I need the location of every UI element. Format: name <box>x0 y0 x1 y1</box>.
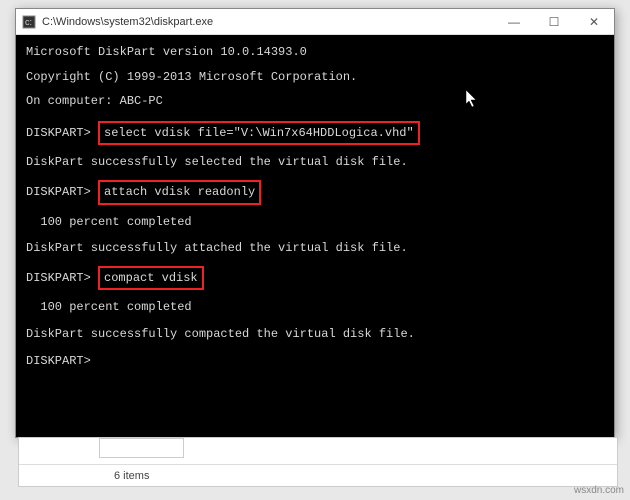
explorer-window-fragment: 6 items <box>18 437 618 487</box>
watermark-text: wsxdn.com <box>574 485 624 496</box>
response-1: DiskPart successfully selected the virtu… <box>26 153 604 172</box>
minimize-button[interactable]: — <box>494 9 534 35</box>
explorer-status-bar: 6 items <box>19 464 617 486</box>
copyright-line: Copyright (C) 1999-2013 Microsoft Corpor… <box>26 68 604 87</box>
svg-text:c:: c: <box>25 17 32 27</box>
response-5: DiskPart successfully compacted the virt… <box>26 325 604 344</box>
prompt: DISKPART> <box>26 354 91 368</box>
prompt-line-1: DISKPART> select vdisk file="V:\Win7x64H… <box>26 121 604 146</box>
version-line: Microsoft DiskPart version 10.0.14393.0 <box>26 43 604 62</box>
close-button[interactable]: ✕ <box>574 9 614 35</box>
response-3: DiskPart successfully attached the virtu… <box>26 239 604 258</box>
window-controls: — ☐ ✕ <box>494 9 614 35</box>
maximize-button[interactable]: ☐ <box>534 9 574 35</box>
computer-line: On computer: ABC-PC <box>26 92 604 111</box>
response-4: 100 percent completed <box>26 298 604 317</box>
prompt: DISKPART> <box>26 271 91 285</box>
terminal-body[interactable]: Microsoft DiskPart version 10.0.14393.0 … <box>16 35 614 437</box>
command-highlight-1: select vdisk file="V:\Win7x64HDDLogica.v… <box>98 121 420 146</box>
window-title: C:\Windows\system32\diskpart.exe <box>42 16 494 28</box>
prompt-line-empty: DISKPART> <box>26 352 604 371</box>
folder-item[interactable] <box>99 438 184 458</box>
command-highlight-2: attach vdisk readonly <box>98 180 261 205</box>
item-count: 6 items <box>114 470 149 482</box>
console-window: c: C:\Windows\system32\diskpart.exe — ☐ … <box>15 8 615 438</box>
titlebar[interactable]: c: C:\Windows\system32\diskpart.exe — ☐ … <box>16 9 614 35</box>
prompt: DISKPART> <box>26 185 91 199</box>
prompt-line-2: DISKPART> attach vdisk readonly <box>26 180 604 205</box>
prompt: DISKPART> <box>26 126 91 140</box>
app-icon: c: <box>22 15 36 29</box>
response-2: 100 percent completed <box>26 213 604 232</box>
command-highlight-3: compact vdisk <box>98 266 204 291</box>
prompt-line-3: DISKPART> compact vdisk <box>26 266 604 291</box>
